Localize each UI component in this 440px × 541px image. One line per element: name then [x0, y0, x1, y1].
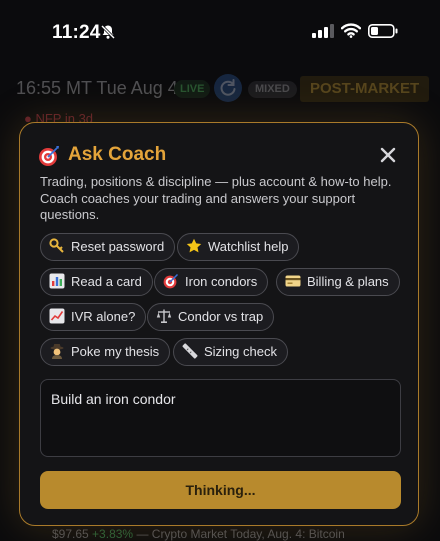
dart-icon — [39, 146, 59, 166]
market-header: 16:55 MT Tue Aug 4 LIVE MIXED POST-MARKE… — [16, 74, 436, 102]
status-time: 11:24 — [52, 22, 101, 43]
chip-poke-my-thesis[interactable]: Poke my thesis — [40, 338, 171, 366]
star-icon — [186, 238, 202, 253]
chip-label: IVR alone? — [71, 309, 136, 324]
ask-coach-modal: Ask Coach Trading, positions & disciplin… — [19, 122, 419, 526]
chip-label: Condor vs trap — [178, 309, 264, 324]
chip-iron-condors[interactable]: Iron condors — [154, 268, 269, 296]
mixed-badge: MIXED — [248, 81, 297, 98]
chip-label: Read a card — [71, 274, 142, 289]
modal-description: Trading, positions & discipline — plus a… — [40, 174, 392, 222]
close-icon — [380, 147, 396, 163]
battery-icon — [368, 24, 398, 38]
chip-sizing-check[interactable]: Sizing check — [173, 338, 288, 366]
refresh-button[interactable] — [214, 74, 242, 102]
chip-reset-password[interactable]: Reset password — [40, 233, 176, 261]
chip-watchlist-help[interactable]: Watchlist help — [177, 233, 300, 261]
chip-label: Reset password — [71, 239, 165, 254]
wifi-icon — [341, 23, 361, 38]
ruler-icon — [182, 343, 198, 359]
status-bar: 11:24 — [0, 0, 440, 64]
cellular-signal-icon — [312, 24, 334, 38]
chip-read-a-card[interactable]: Read a card — [40, 268, 153, 296]
chip-condor-vs-trap[interactable]: Condor vs trap — [147, 303, 275, 331]
modal-header: Ask Coach — [38, 143, 398, 169]
market-state-badge: POST-MARKET — [300, 76, 430, 102]
chip-ivr-alone[interactable]: IVR alone? — [40, 303, 147, 331]
close-button[interactable] — [378, 145, 398, 165]
market-clock: 16:55 MT Tue Aug 4 — [16, 78, 178, 98]
bell-off-icon — [100, 24, 116, 40]
chip-label: Watchlist help — [208, 239, 289, 254]
bar-chart-icon — [49, 273, 65, 289]
submit-button[interactable]: Thinking... — [40, 471, 401, 509]
chip-label: Sizing check — [204, 344, 277, 359]
detective-icon — [50, 344, 64, 359]
scales-icon — [156, 309, 172, 323]
chip-label: Poke my thesis — [71, 344, 160, 359]
chip-label: Billing & plans — [307, 274, 389, 289]
refresh-icon — [220, 79, 236, 96]
credit-card-icon — [285, 275, 301, 287]
key-icon — [49, 238, 64, 253]
chip-billing-plans[interactable]: Billing & plans — [276, 268, 400, 296]
coach-question-input[interactable]: Build an iron condor — [40, 379, 401, 457]
dart-icon — [163, 273, 179, 289]
modal-title: Ask Coach — [68, 144, 167, 165]
chip-label: Iron condors — [185, 274, 258, 289]
trend-chart-icon — [49, 308, 65, 324]
live-badge: LIVE — [174, 80, 211, 98]
